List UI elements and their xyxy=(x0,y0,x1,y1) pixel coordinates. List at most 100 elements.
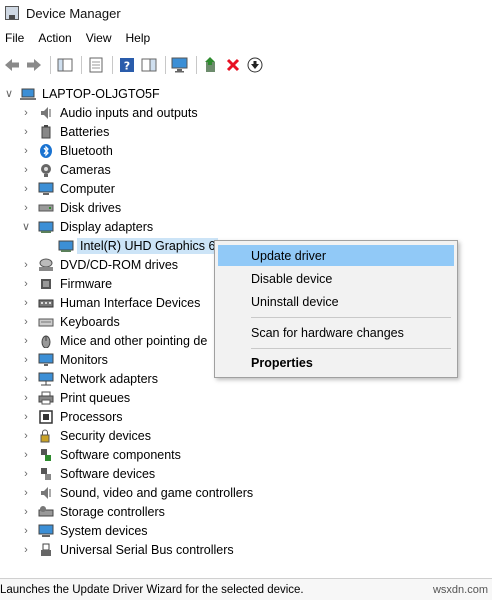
chevron-right-icon[interactable]: › xyxy=(20,179,32,198)
menu-file[interactable]: File xyxy=(0,31,31,45)
chevron-down-icon[interactable]: ∨ xyxy=(0,84,18,103)
chevron-right-icon[interactable]: › xyxy=(20,350,32,369)
tree-category[interactable]: › Bluetooth xyxy=(20,141,113,160)
chevron-right-icon[interactable]: › xyxy=(20,160,32,179)
chevron-right-icon[interactable]: › xyxy=(20,502,32,521)
storage-icon xyxy=(38,505,54,519)
category-label: Cameras xyxy=(60,162,111,177)
toolbar-separator xyxy=(50,56,51,74)
tree-category[interactable]: › Storage controllers xyxy=(20,502,165,521)
tree-category[interactable]: › Cameras xyxy=(20,160,111,179)
category-label: Disk drives xyxy=(60,200,122,215)
software-device-icon xyxy=(38,467,54,481)
chevron-right-icon[interactable]: › xyxy=(20,369,32,388)
tree-category[interactable]: › Disk drives xyxy=(20,198,121,217)
menu-action[interactable]: Action xyxy=(31,31,78,45)
tree-category[interactable]: › DVD/CD-ROM drives xyxy=(20,255,178,274)
camera-icon xyxy=(38,163,54,177)
scan-hardware-menu-item[interactable]: Scan for hardware changes xyxy=(218,322,454,343)
device-label: Intel(R) UHD Graphics 6 xyxy=(77,237,219,254)
chevron-right-icon[interactable]: › xyxy=(20,388,32,407)
chevron-right-icon[interactable]: › xyxy=(20,255,32,274)
chevron-right-icon[interactable]: › xyxy=(20,483,32,502)
chevron-right-icon[interactable]: › xyxy=(20,293,32,312)
back-button[interactable] xyxy=(2,55,22,75)
chevron-right-icon[interactable]: › xyxy=(20,540,32,559)
menu-view[interactable]: View xyxy=(79,31,119,45)
disable-device-menu-item[interactable]: Disable device xyxy=(218,268,454,289)
title-bar: Device Manager xyxy=(0,0,492,26)
bluetooth-icon xyxy=(38,143,54,158)
chevron-down-icon[interactable]: ∨ xyxy=(20,217,32,236)
context-menu: Update driver Disable device Uninstall d… xyxy=(214,240,458,378)
properties-menu-item[interactable]: Properties xyxy=(218,352,454,373)
mouse-icon xyxy=(38,334,54,348)
tree-category[interactable]: › Audio inputs and outputs xyxy=(20,103,197,122)
tree-category[interactable]: › Monitors xyxy=(20,350,108,369)
tree-category[interactable]: › Universal Serial Bus controllers xyxy=(20,540,234,559)
toolbar: ? xyxy=(0,52,492,78)
monitor-scan-icon xyxy=(171,57,188,73)
help-toolbar-button[interactable]: ? xyxy=(117,55,137,75)
chevron-right-icon[interactable]: › xyxy=(20,312,32,331)
chevron-right-icon[interactable]: › xyxy=(20,141,32,160)
tree-category[interactable]: › Human Interface Devices xyxy=(20,293,200,312)
tree-category[interactable]: › Security devices xyxy=(20,426,151,445)
chevron-right-icon[interactable]: › xyxy=(20,331,32,350)
sound-icon xyxy=(38,486,54,500)
scan-hardware-button[interactable] xyxy=(170,55,190,75)
chevron-right-icon[interactable]: › xyxy=(20,274,32,293)
tree-category[interactable]: › Keyboards xyxy=(20,312,120,331)
tree-category[interactable]: › Network adapters xyxy=(20,369,158,388)
update-driver-toolbar-button[interactable] xyxy=(201,55,221,75)
tree-category[interactable]: › Batteries xyxy=(20,122,109,141)
tree-category[interactable]: › System devices xyxy=(20,521,148,540)
chevron-right-icon[interactable]: › xyxy=(20,122,32,141)
category-label: Human Interface Devices xyxy=(60,295,201,310)
category-label: Keyboards xyxy=(60,314,120,329)
category-label: Software components xyxy=(60,447,181,462)
action-pane-button[interactable] xyxy=(139,55,159,75)
chevron-right-icon[interactable]: › xyxy=(20,407,32,426)
tree-category[interactable]: › Processors xyxy=(20,407,122,426)
properties-sheet-icon xyxy=(89,57,103,73)
category-label: Firmware xyxy=(60,276,113,291)
menu-help[interactable]: Help xyxy=(119,31,158,45)
category-label: Computer xyxy=(60,181,115,196)
category-label: Monitors xyxy=(60,352,108,367)
category-label: System devices xyxy=(60,523,148,538)
tree-category[interactable]: › Firmware xyxy=(20,274,112,293)
tree-category[interactable]: › Software devices xyxy=(20,464,155,483)
tree-category[interactable]: › Mice and other pointing de xyxy=(20,331,207,350)
chevron-right-icon[interactable]: › xyxy=(20,198,32,217)
display-adapter-icon xyxy=(58,239,74,253)
chevron-right-icon[interactable]: › xyxy=(20,426,32,445)
tree-category[interactable]: › Software components xyxy=(20,445,181,464)
enable-device-toolbar-button[interactable] xyxy=(245,55,265,75)
network-icon xyxy=(38,372,54,386)
chevron-right-icon[interactable]: › xyxy=(20,464,32,483)
chevron-right-icon[interactable]: › xyxy=(20,445,32,464)
tree-category[interactable]: › Print queues xyxy=(20,388,130,407)
chevron-right-icon[interactable]: › xyxy=(20,521,32,540)
battery-icon xyxy=(38,124,54,139)
tree-root[interactable]: ∨ LAPTOP-OLJGTO5F xyxy=(0,84,160,103)
printer-icon xyxy=(38,391,54,405)
tree-category-expanded[interactable]: ∨ Display adapters xyxy=(20,217,153,236)
update-driver-menu-item[interactable]: Update driver xyxy=(218,245,454,266)
menu-separator xyxy=(251,317,451,318)
uninstall-toolbar-button[interactable] xyxy=(223,55,243,75)
tree-device-selected[interactable]: Intel(R) UHD Graphics 6 xyxy=(38,236,219,255)
computer-name: LAPTOP-OLJGTO5F xyxy=(42,86,160,101)
enable-arrow-icon xyxy=(247,57,263,73)
tree-category[interactable]: › Computer xyxy=(20,179,115,198)
chevron-right-icon[interactable]: › xyxy=(20,103,32,122)
update-driver-icon xyxy=(205,57,215,72)
forward-button[interactable] xyxy=(24,55,44,75)
watermark: wsxdn.com xyxy=(432,583,488,596)
uninstall-device-menu-item[interactable]: Uninstall device xyxy=(218,291,454,312)
system-icon xyxy=(38,524,54,538)
properties-toolbar-button[interactable] xyxy=(86,55,106,75)
tree-category[interactable]: › Sound, video and game controllers xyxy=(20,483,253,502)
show-hide-console-tree-button[interactable] xyxy=(55,55,75,75)
